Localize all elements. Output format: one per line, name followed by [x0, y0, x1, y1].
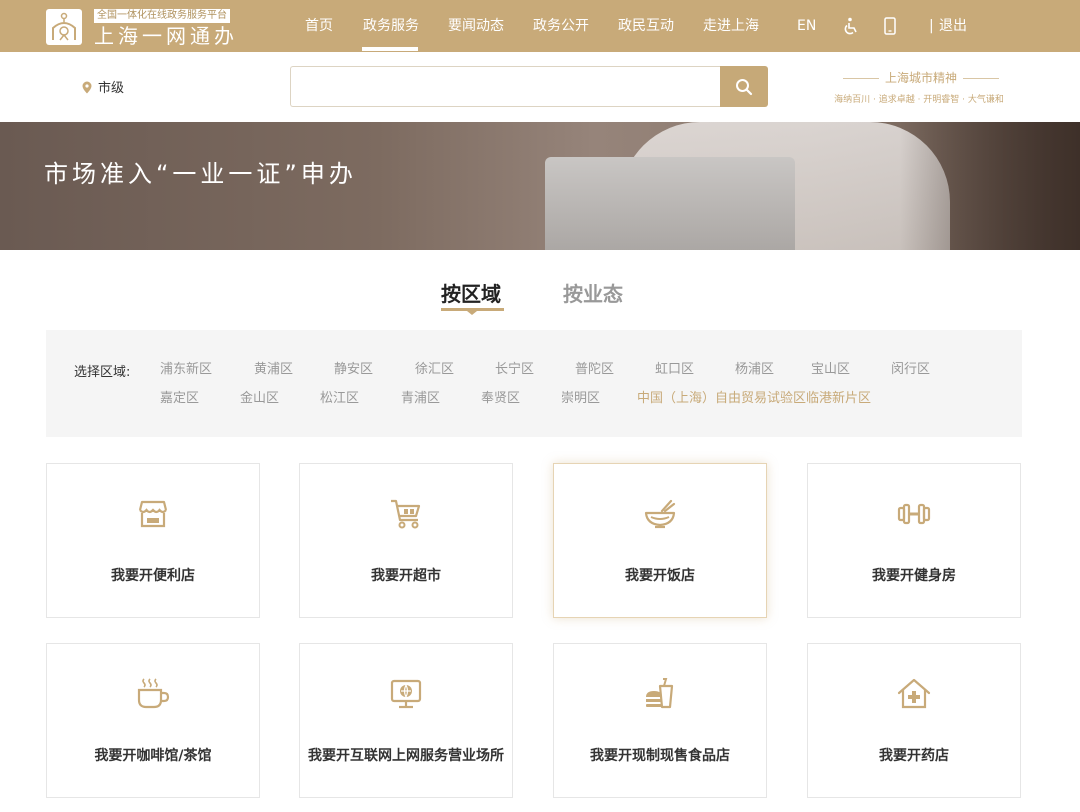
region-jingan[interactable]: 静安区 [334, 358, 373, 377]
location-label: 市级 [98, 81, 125, 96]
card-restaurant[interactable]: 我要开饭店 [553, 463, 767, 618]
tab-by-region[interactable]: 按区域 [441, 278, 501, 307]
logo-icon[interactable] [46, 9, 82, 45]
card-convenience-store[interactable]: 我要开便利店 [46, 463, 260, 618]
nav-about-shanghai[interactable]: 走进上海 [703, 17, 759, 35]
mobile-icon[interactable] [884, 17, 896, 39]
region-changning[interactable]: 长宁区 [495, 358, 534, 377]
region-yangpu[interactable]: 杨浦区 [735, 358, 774, 377]
coffee-cup-icon [137, 678, 170, 709]
card-label: 我要开超市 [371, 568, 441, 584]
nav-divider: | [929, 18, 934, 34]
page-banner: 市场准入“一业一证”申办 [0, 122, 1080, 250]
page-title: 市场准入“一业一证”申办 [44, 160, 357, 188]
tab-by-business-type[interactable]: 按业态 [563, 278, 623, 307]
search-icon [736, 79, 753, 96]
region-lingang[interactable]: 中国（上海）自由贸易试验区临港新片区 [637, 387, 871, 406]
region-minhang[interactable]: 闵行区 [891, 358, 930, 377]
nav-government-affairs[interactable]: 政务公开 [533, 17, 589, 35]
card-bakery-fresh-food[interactable]: 我要开现制现售食品店 [553, 643, 767, 798]
location-pin-icon [82, 81, 92, 94]
region-hongkou[interactable]: 虹口区 [655, 358, 694, 377]
search-input[interactable] [290, 66, 722, 107]
region-filter-label: 选择区域: [74, 365, 131, 380]
logout-link[interactable]: 退出 [939, 17, 967, 35]
bowl-icon [644, 499, 676, 529]
region-chongming[interactable]: 崇明区 [561, 387, 600, 406]
card-label: 我要开药店 [879, 748, 949, 764]
region-pudong[interactable]: 浦东新区 [160, 358, 212, 377]
city-spirit-motto: 海纳百川 · 追求卓越 · 开明睿智 · 大气谦和 [834, 95, 1004, 105]
shopping-cart-icon [391, 499, 421, 529]
search-button[interactable] [720, 66, 768, 107]
nav-active-indicator [362, 47, 418, 51]
tab-active-caret [467, 311, 477, 315]
card-label: 我要开便利店 [111, 568, 195, 584]
nav-interaction[interactable]: 政民互动 [618, 17, 674, 35]
card-label: 我要开咖啡馆/茶馆 [94, 748, 212, 764]
dumbbell-icon [897, 503, 931, 525]
top-nav-bar: 全国一体化在线政务服务平台 上海一网通办 首页 政务服务 要闻动态 政务公开 政… [0, 0, 1080, 52]
card-supermarket[interactable]: 我要开超市 [299, 463, 513, 618]
region-filter: 选择区域: 浦东新区 黄浦区 静安区 徐汇区 长宁区 普陀区 虹口区 杨浦区 宝… [46, 330, 1022, 437]
nav-news[interactable]: 要闻动态 [448, 17, 504, 35]
region-jiading[interactable]: 嘉定区 [160, 387, 199, 406]
platform-subtitle: 全国一体化在线政务服务平台 [94, 9, 230, 23]
card-label: 我要开现制现售食品店 [590, 748, 730, 764]
region-xuhui[interactable]: 徐汇区 [415, 358, 454, 377]
pharmacy-icon [897, 678, 931, 709]
nav-government-services[interactable]: 政务服务 [363, 17, 419, 35]
search-row: 市级 上海城市精神 海纳百川 · 追求卓越 · 开明睿智 · 大气谦和 [0, 52, 1080, 122]
fast-food-icon [646, 678, 674, 709]
card-label: 我要开健身房 [872, 568, 956, 584]
region-jinshan[interactable]: 金山区 [240, 387, 279, 406]
card-gym[interactable]: 我要开健身房 [807, 463, 1021, 618]
region-huangpu[interactable]: 黄浦区 [254, 358, 293, 377]
card-label: 我要开互联网上网服务营业场所 [308, 748, 504, 764]
store-icon [138, 500, 168, 528]
computer-icon [390, 679, 422, 709]
region-fengxian[interactable]: 奉贤区 [481, 387, 520, 406]
banner-photo-laptop [545, 157, 795, 250]
card-cafe-teahouse[interactable]: 我要开咖啡馆/茶馆 [46, 643, 260, 798]
card-internet-cafe[interactable]: 我要开互联网上网服务营业场所 [299, 643, 513, 798]
region-qingpu[interactable]: 青浦区 [401, 387, 440, 406]
region-songjiang[interactable]: 松江区 [320, 387, 359, 406]
language-switch[interactable]: EN [797, 17, 816, 35]
location-selector[interactable]: 市级 [82, 77, 124, 96]
card-pharmacy[interactable]: 我要开药店 [807, 643, 1021, 798]
region-baoshan[interactable]: 宝山区 [811, 358, 850, 377]
city-spirit-title: 上海城市精神 [836, 69, 1006, 86]
nav-home[interactable]: 首页 [305, 17, 333, 35]
site-title[interactable]: 上海一网通办 [94, 24, 238, 48]
region-putuo[interactable]: 普陀区 [575, 358, 614, 377]
card-label: 我要开饭店 [625, 568, 695, 584]
accessibility-icon[interactable] [843, 17, 859, 39]
